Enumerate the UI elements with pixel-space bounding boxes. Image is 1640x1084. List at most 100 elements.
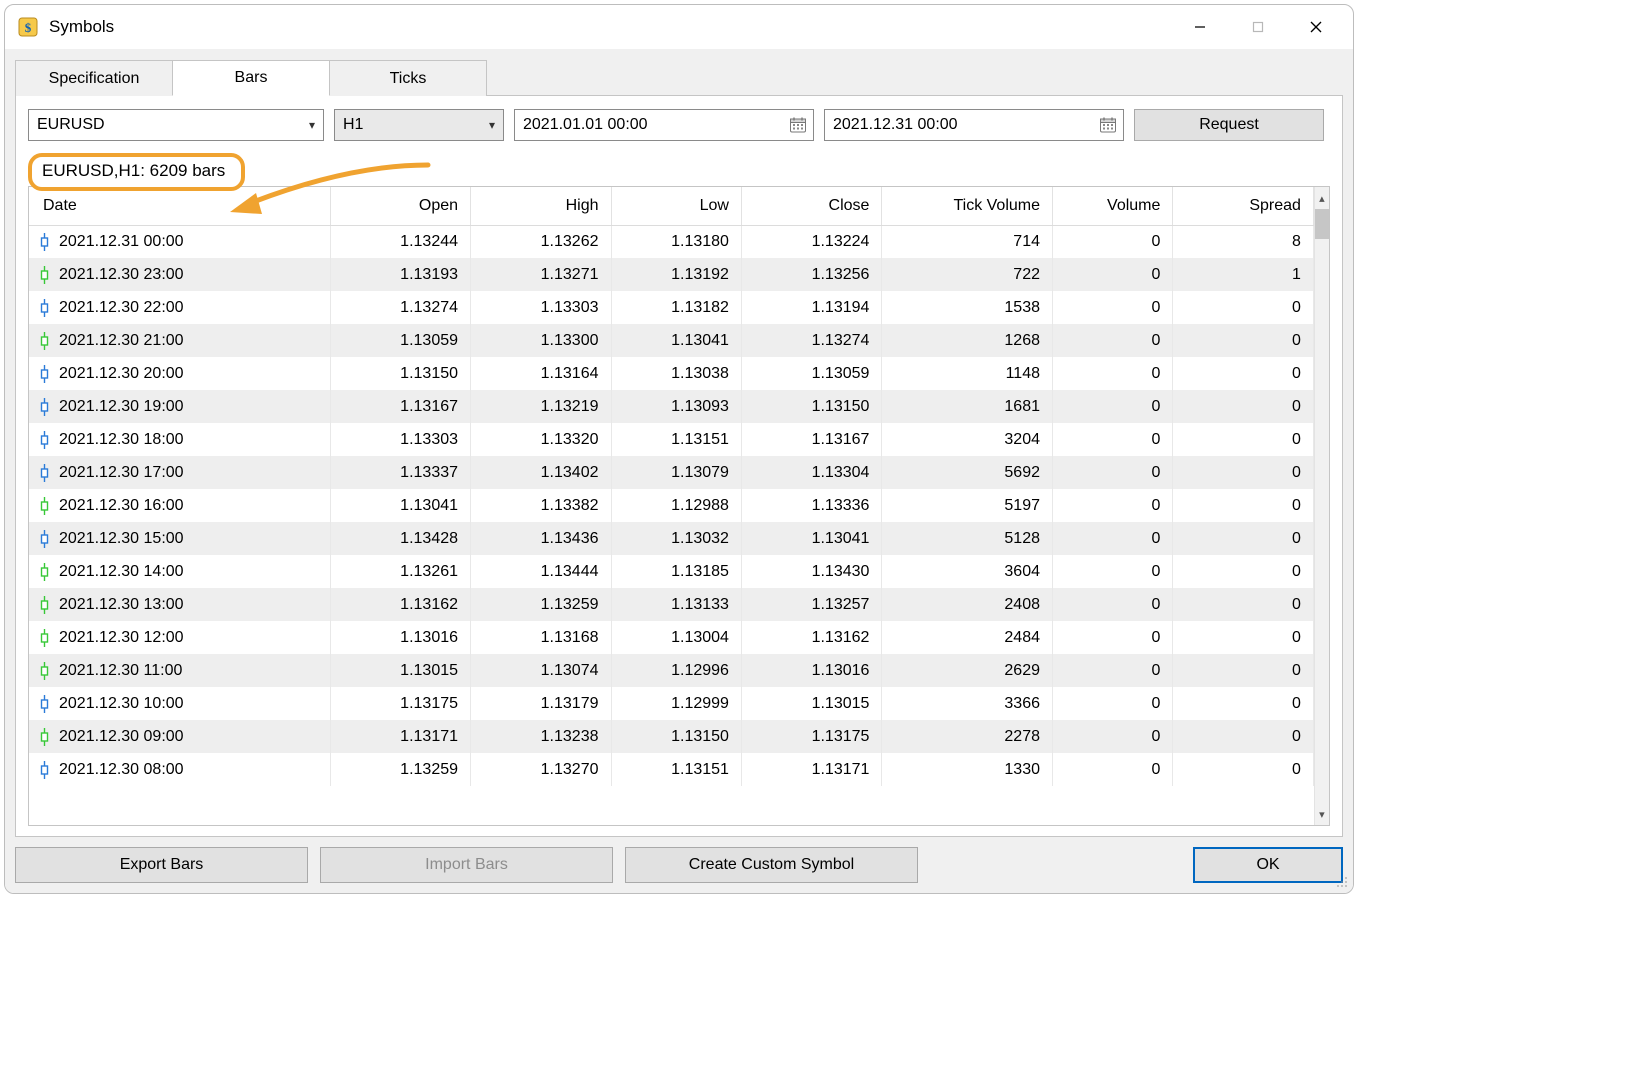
- to-date-input[interactable]: 2021.12.31 00:00: [824, 109, 1124, 141]
- cell-close: 1.13430: [741, 555, 881, 588]
- cell-high: 1.13259: [471, 588, 611, 621]
- cell-low: 1.12999: [611, 687, 741, 720]
- table-row[interactable]: 2021.12.30 13:00 1.13162 1.13259 1.13133…: [29, 588, 1313, 621]
- candle-icon: [39, 727, 49, 747]
- table-row[interactable]: 2021.12.30 18:00 1.13303 1.13320 1.13151…: [29, 423, 1313, 456]
- table-row[interactable]: 2021.12.31 00:00 1.13244 1.13262 1.13180…: [29, 225, 1313, 258]
- cell-tickvol: 2629: [882, 654, 1053, 687]
- cell-tickvol: 1681: [882, 390, 1053, 423]
- cell-close: 1.13194: [741, 291, 881, 324]
- ok-button[interactable]: OK: [1193, 847, 1343, 883]
- cell-high: 1.13238: [471, 720, 611, 753]
- cell-low: 1.13041: [611, 324, 741, 357]
- maximize-button[interactable]: [1229, 5, 1287, 49]
- resize-grip-icon[interactable]: [1335, 875, 1349, 889]
- cell-spread: 0: [1173, 522, 1314, 555]
- cell-high: 1.13179: [471, 687, 611, 720]
- cell-close: 1.13162: [741, 621, 881, 654]
- status-row: EURUSD,H1: 6209 bars: [28, 152, 1330, 192]
- cell-close: 1.13304: [741, 456, 881, 489]
- cell-vol: 0: [1053, 720, 1173, 753]
- table-row[interactable]: 2021.12.30 16:00 1.13041 1.13382 1.12988…: [29, 489, 1313, 522]
- cell-spread: 0: [1173, 621, 1314, 654]
- col-spread[interactable]: Spread: [1173, 187, 1314, 225]
- minimize-button[interactable]: [1171, 5, 1229, 49]
- cell-open: 1.13261: [330, 555, 470, 588]
- table-row[interactable]: 2021.12.30 11:00 1.13015 1.13074 1.12996…: [29, 654, 1313, 687]
- table-row[interactable]: 2021.12.30 14:00 1.13261 1.13444 1.13185…: [29, 555, 1313, 588]
- cell-low: 1.13004: [611, 621, 741, 654]
- table-row[interactable]: 2021.12.30 15:00 1.13428 1.13436 1.13032…: [29, 522, 1313, 555]
- cell-spread: 0: [1173, 687, 1314, 720]
- cell-vol: 0: [1053, 522, 1173, 555]
- cell-close: 1.13041: [741, 522, 881, 555]
- table-row[interactable]: 2021.12.30 09:00 1.13171 1.13238 1.13150…: [29, 720, 1313, 753]
- col-tickvol[interactable]: Tick Volume: [882, 187, 1053, 225]
- cell-spread: 0: [1173, 357, 1314, 390]
- timeframe-value: H1: [343, 116, 363, 134]
- from-date-input[interactable]: 2021.01.01 00:00: [514, 109, 814, 141]
- calendar-icon[interactable]: [789, 116, 807, 134]
- cell-close: 1.13256: [741, 258, 881, 291]
- cell-vol: 0: [1053, 555, 1173, 588]
- candle-icon: [39, 331, 49, 351]
- col-vol[interactable]: Volume: [1053, 187, 1173, 225]
- create-custom-symbol-button[interactable]: Create Custom Symbol: [625, 847, 918, 883]
- table-row[interactable]: 2021.12.30 21:00 1.13059 1.13300 1.13041…: [29, 324, 1313, 357]
- table-row[interactable]: 2021.12.30 08:00 1.13259 1.13270 1.13151…: [29, 753, 1313, 786]
- scroll-thumb[interactable]: [1315, 209, 1329, 239]
- col-high[interactable]: High: [471, 187, 611, 225]
- export-bars-button[interactable]: Export Bars: [15, 847, 308, 883]
- cell-low: 1.13133: [611, 588, 741, 621]
- cell-close: 1.13015: [741, 687, 881, 720]
- cell-vol: 0: [1053, 753, 1173, 786]
- cell-low: 1.13032: [611, 522, 741, 555]
- candle-icon: [39, 628, 49, 648]
- cell-high: 1.13300: [471, 324, 611, 357]
- candle-icon: [39, 298, 49, 318]
- table-row[interactable]: 2021.12.30 20:00 1.13150 1.13164 1.13038…: [29, 357, 1313, 390]
- cell-low: 1.13192: [611, 258, 741, 291]
- tab-specification[interactable]: Specification: [15, 60, 173, 96]
- cell-date: 2021.12.30 14:00: [59, 563, 184, 581]
- cell-open: 1.13259: [330, 753, 470, 786]
- candle-icon: [39, 661, 49, 681]
- cell-date: 2021.12.30 23:00: [59, 266, 184, 284]
- tab-bars[interactable]: Bars: [172, 60, 330, 96]
- toolbar: EURUSD ▾ H1 ▾ 2021.01.01 00:00: [28, 108, 1330, 142]
- candle-icon: [39, 364, 49, 384]
- cell-close: 1.13175: [741, 720, 881, 753]
- table-row[interactable]: 2021.12.30 17:00 1.13337 1.13402 1.13079…: [29, 456, 1313, 489]
- import-bars-button[interactable]: Import Bars: [320, 847, 613, 883]
- table-row[interactable]: 2021.12.30 22:00 1.13274 1.13303 1.13182…: [29, 291, 1313, 324]
- cell-vol: 0: [1053, 621, 1173, 654]
- cell-spread: 0: [1173, 654, 1314, 687]
- cell-date: 2021.12.30 16:00: [59, 497, 184, 515]
- vertical-scrollbar[interactable]: ▴ ▾: [1314, 187, 1329, 825]
- cell-high: 1.13219: [471, 390, 611, 423]
- cell-open: 1.13193: [330, 258, 470, 291]
- symbol-value: EURUSD: [37, 116, 105, 134]
- col-open[interactable]: Open: [330, 187, 470, 225]
- table-row[interactable]: 2021.12.30 10:00 1.13175 1.13179 1.12999…: [29, 687, 1313, 720]
- tab-ticks[interactable]: Ticks: [329, 60, 487, 96]
- cell-tickvol: 714: [882, 225, 1053, 258]
- scroll-down-icon[interactable]: ▾: [1319, 805, 1325, 823]
- calendar-icon[interactable]: [1099, 116, 1117, 134]
- timeframe-select[interactable]: H1 ▾: [334, 109, 504, 141]
- svg-text:$: $: [25, 20, 32, 35]
- col-date[interactable]: Date: [29, 187, 330, 225]
- table-row[interactable]: 2021.12.30 12:00 1.13016 1.13168 1.13004…: [29, 621, 1313, 654]
- table-row[interactable]: 2021.12.30 23:00 1.13193 1.13271 1.13192…: [29, 258, 1313, 291]
- window-title: Symbols: [49, 17, 114, 37]
- col-low[interactable]: Low: [611, 187, 741, 225]
- close-button[interactable]: [1287, 5, 1345, 49]
- symbol-select[interactable]: EURUSD ▾: [28, 109, 324, 141]
- request-button[interactable]: Request: [1134, 109, 1324, 141]
- table-row[interactable]: 2021.12.30 19:00 1.13167 1.13219 1.13093…: [29, 390, 1313, 423]
- cell-open: 1.13150: [330, 357, 470, 390]
- candle-icon: [39, 430, 49, 450]
- cell-low: 1.13038: [611, 357, 741, 390]
- chevron-down-icon: ▾: [309, 118, 315, 132]
- col-close[interactable]: Close: [741, 187, 881, 225]
